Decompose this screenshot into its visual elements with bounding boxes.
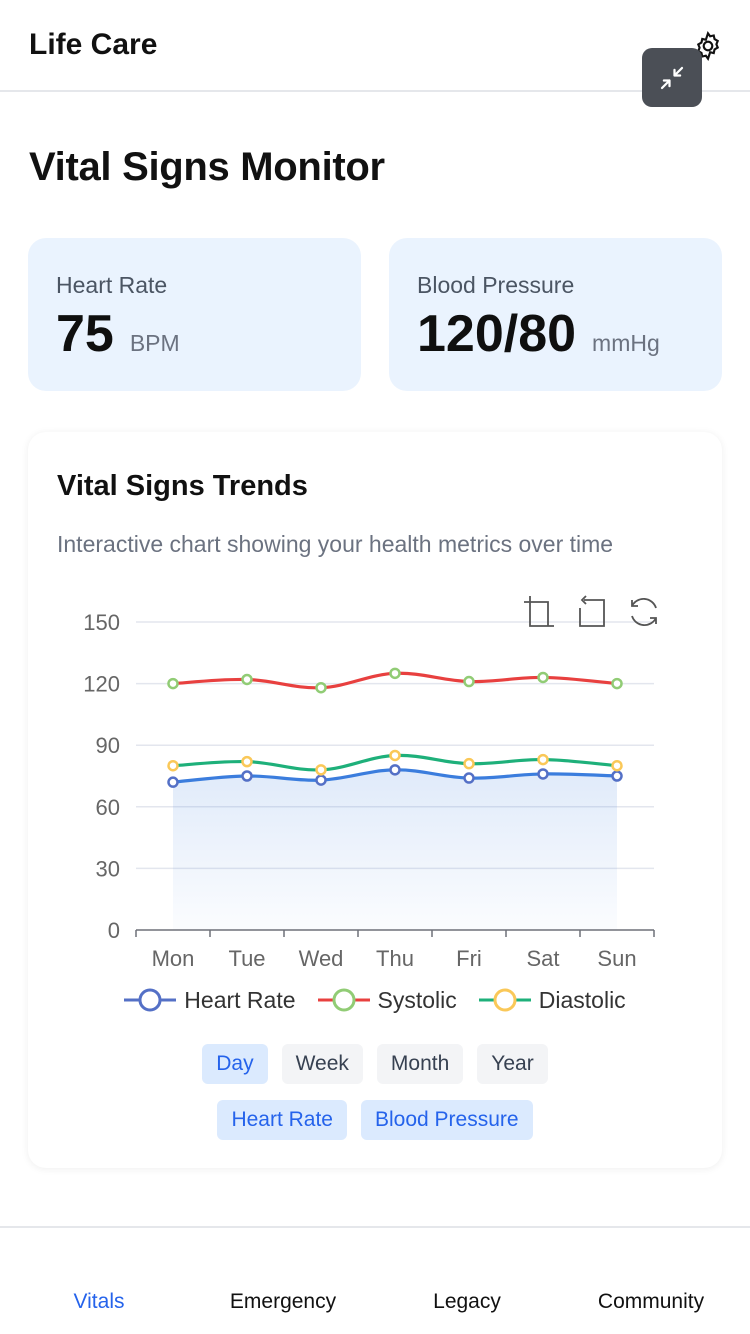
data-point: [537, 753, 549, 766]
restore-icon[interactable]: [631, 597, 657, 627]
x-tick-label: Fri: [456, 946, 482, 971]
y-tick-label: 30: [96, 856, 120, 881]
legend-label: Diastolic: [538, 986, 626, 1013]
series-area-0: [173, 769, 617, 930]
legend-label: Systolic: [377, 986, 457, 1013]
x-tick-label: Mon: [152, 946, 195, 971]
chart-legend: Heart Rate Systolic Diastolic: [28, 986, 722, 1014]
data-point: [389, 764, 401, 776]
heart-rate-label: Heart Rate: [56, 272, 168, 298]
y-tick-label: 90: [96, 733, 120, 758]
heart-rate-unit: BPM: [129, 330, 180, 356]
data-point: [315, 774, 327, 786]
data-point: [167, 677, 179, 690]
data-point: [537, 768, 549, 780]
metric-filter-row: Heart Rate Blood Pressure: [28, 1100, 722, 1140]
metric-heart-rate-button[interactable]: Heart Rate: [217, 1100, 347, 1140]
nav-item-emergency[interactable]: Emergency: [230, 1290, 336, 1314]
collapse-icon: [660, 66, 684, 89]
x-tick-label: Thu: [376, 946, 414, 971]
app-header: Life Care: [0, 0, 750, 107]
data-point: [389, 667, 401, 680]
page-title: Vital Signs Monitor: [29, 145, 385, 189]
data-point: [463, 772, 475, 784]
legend-item-heart-rate[interactable]: Heart Rate: [124, 986, 296, 1014]
heart-rate-value-row: 75 BPM: [56, 304, 180, 364]
data-point: [241, 673, 253, 686]
data-point: [463, 675, 475, 688]
legend-diastolic-icon: [478, 988, 531, 1012]
data-point: [611, 770, 623, 782]
legend-item-systolic[interactable]: Systolic: [317, 986, 457, 1014]
data-point: [611, 677, 623, 690]
trends-card: Vital Signs Trends Interactive chart sho…: [28, 432, 722, 1168]
data-point: [389, 749, 401, 762]
bottom-nav: Vitals Emergency Legacy Community: [0, 1226, 750, 1334]
nav-item-vitals[interactable]: Vitals: [74, 1290, 125, 1314]
blood-pressure-label: Blood Pressure: [417, 272, 575, 298]
y-tick-label: 150: [83, 610, 120, 635]
data-point: [241, 755, 253, 768]
blood-pressure-value-row: 120/80 mmHg: [417, 304, 660, 364]
range-year-button[interactable]: Year: [477, 1044, 548, 1084]
data-point: [611, 759, 623, 772]
blood-pressure-value: 120/80: [417, 305, 577, 363]
x-tick-label: Sun: [597, 946, 636, 971]
y-tick-label: 120: [83, 672, 120, 697]
nav-item-community[interactable]: Community: [598, 1290, 704, 1314]
heart-rate-value: 75: [56, 305, 114, 363]
blood-pressure-unit: mmHg: [592, 330, 660, 356]
x-tick-label: Wed: [299, 946, 344, 971]
app-title: Life Care: [29, 28, 158, 61]
range-filter-row: Day Week Month Year: [28, 1044, 722, 1084]
data-point: [315, 764, 327, 776]
x-tick-label: Tue: [228, 946, 265, 971]
y-tick-label: 0: [108, 918, 120, 943]
collapse-button[interactable]: [642, 48, 702, 107]
vital-signs-chart: 150 120 90 60 30 0 Mon Tue Wed Thu Fri Sat Sun: [83, 595, 657, 971]
legend-item-diastolic[interactable]: Diastolic: [478, 986, 626, 1014]
range-month-button[interactable]: Month: [376, 1044, 464, 1084]
metric-blood-pressure-button[interactable]: Blood Pressure: [360, 1100, 533, 1140]
data-point: [315, 681, 327, 694]
y-tick-label: 60: [96, 795, 120, 820]
data-point: [537, 671, 549, 684]
data-point: [167, 776, 179, 788]
range-week-button[interactable]: Week: [281, 1044, 363, 1084]
x-tick-label: Sat: [526, 946, 559, 971]
data-point: [463, 757, 475, 770]
data-point: [241, 770, 253, 782]
legend-systolic-icon: [317, 988, 370, 1012]
legend-label: Heart Rate: [184, 986, 296, 1013]
heart-rate-card: Heart Rate 75 BPM: [28, 238, 361, 391]
nav-item-legacy[interactable]: Legacy: [433, 1290, 501, 1314]
data-point: [167, 759, 179, 772]
blood-pressure-card: Blood Pressure 120/80 mmHg: [389, 238, 722, 391]
range-day-button[interactable]: Day: [202, 1044, 268, 1084]
legend-heart-rate-icon: [124, 988, 177, 1012]
